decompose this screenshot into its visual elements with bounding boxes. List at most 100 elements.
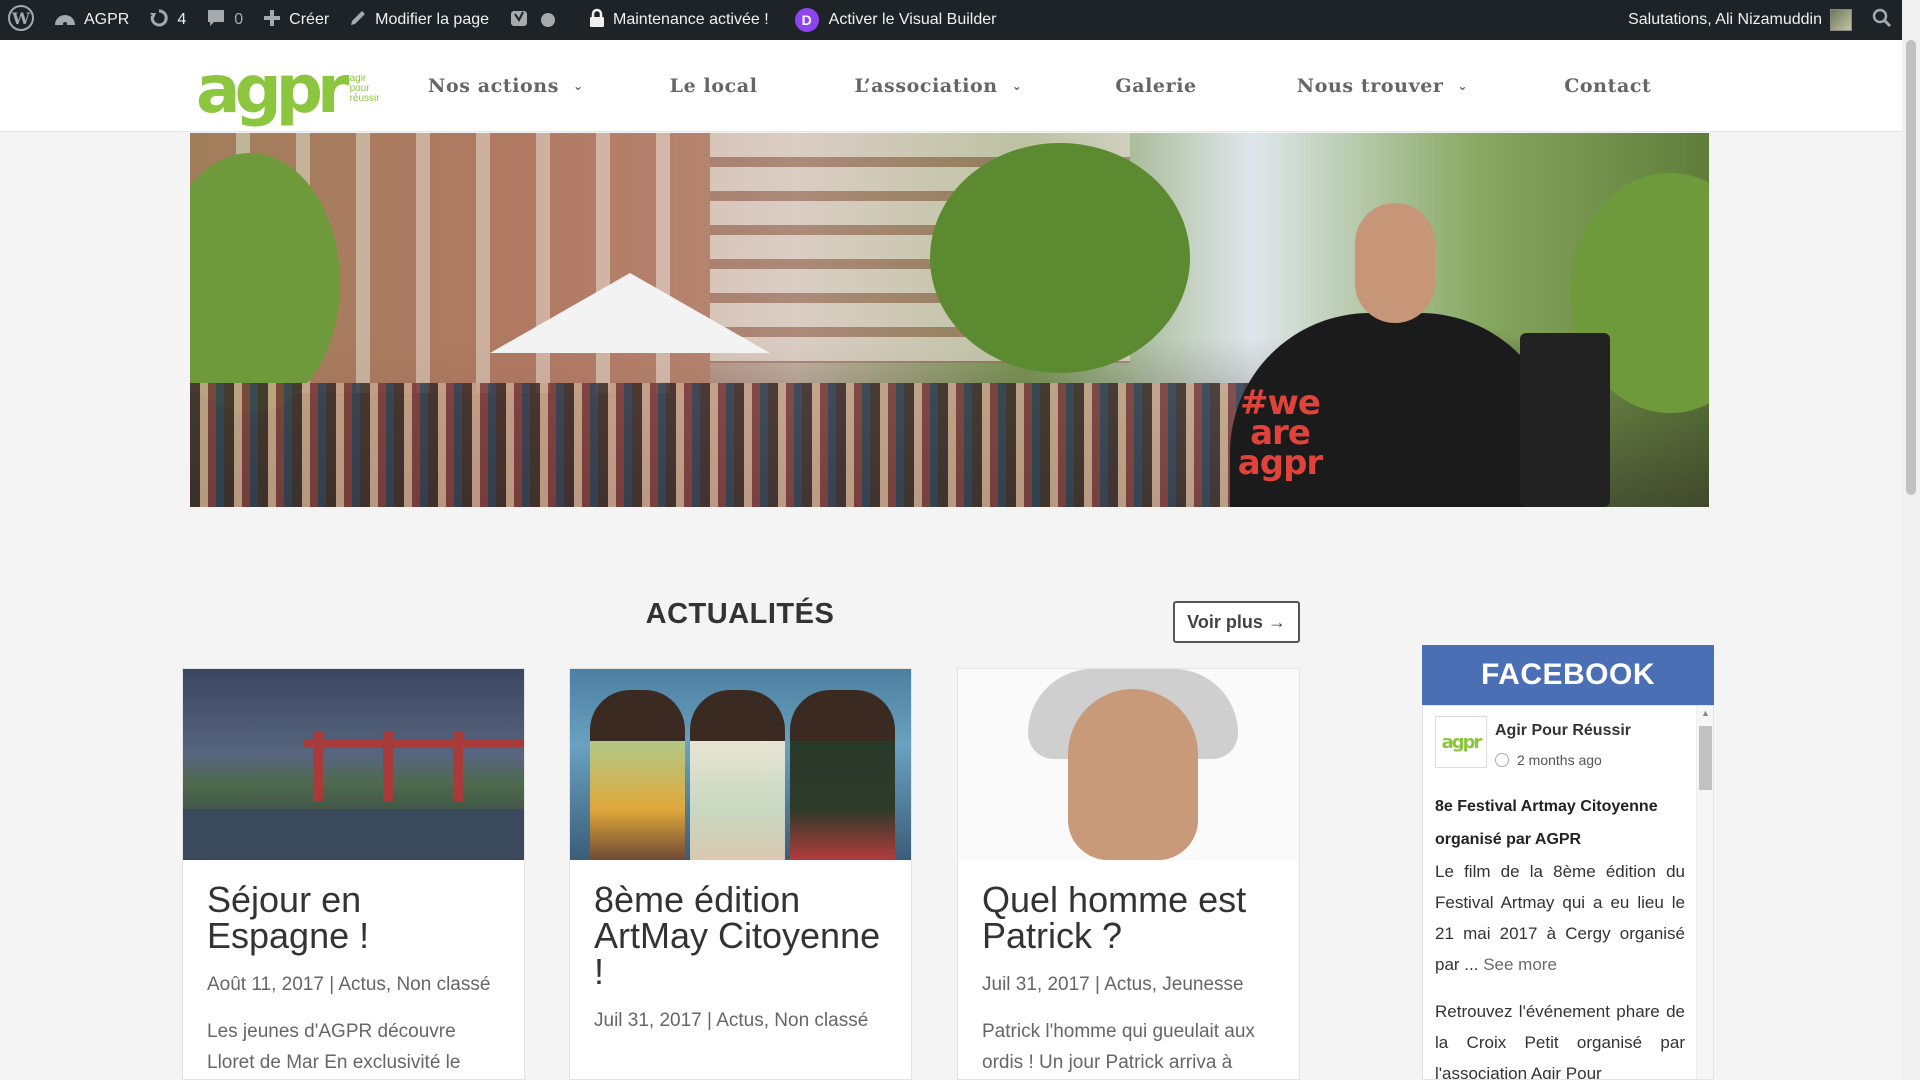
nav-item-label: Contact xyxy=(1564,75,1652,97)
hero-shirt-slogan: #we are agpr xyxy=(1237,383,1323,483)
page-scrollbar[interactable] xyxy=(1902,0,1920,1080)
facebook-post-title[interactable]: 8e Festival Artmay Citoyenne organisé pa… xyxy=(1435,790,1685,856)
main-navigation: Nos actions ⌄ Le local L’association ⌄ G… xyxy=(428,40,1651,132)
edit-page-link[interactable]: Modifier la page xyxy=(339,0,499,40)
facebook-post-time: 2 months ago xyxy=(1495,752,1685,768)
meta-separator: | xyxy=(329,974,339,995)
meta-separator: | xyxy=(1095,974,1105,995)
post-title[interactable]: Séjour en Espagne ! xyxy=(207,882,500,954)
comments-count: 0 xyxy=(234,11,244,28)
hero-crowd xyxy=(190,383,1290,507)
post-excerpt: Patrick l'homme qui gueulait aux ordis !… xyxy=(982,1021,1255,1073)
create-label: Créer xyxy=(289,11,330,28)
site-header: agpr agir pour réussir Nos actions ⌄ Le … xyxy=(0,40,1902,132)
post-date: Juil 31, 2017 xyxy=(594,1010,702,1031)
facebook-page-avatar[interactable]: agpr xyxy=(1435,716,1487,768)
comments-menu[interactable]: 0 xyxy=(196,0,253,40)
post-excerpt: Les jeunes d'AGPR découvre Lloret de Mar… xyxy=(207,1021,461,1073)
thumb-figure xyxy=(590,690,685,860)
post-meta: Août 11, 2017 | Actus, Non classé xyxy=(207,974,500,996)
dashboard-icon xyxy=(54,9,76,32)
post-title[interactable]: Quel homme est Patrick ? xyxy=(982,882,1275,954)
nav-item-label: Nous trouver xyxy=(1296,75,1444,97)
hero-speaker-head xyxy=(1355,203,1435,323)
post-date: Juil 31, 2017 xyxy=(982,974,1090,995)
svg-text:W: W xyxy=(11,9,31,28)
post-date: Août 11, 2017 xyxy=(207,974,324,995)
divi-logo-icon: D xyxy=(794,8,819,32)
post-thumbnail[interactable] xyxy=(570,669,911,860)
thumb-pillar xyxy=(383,731,393,801)
maintenance-label: Maintenance activée ! xyxy=(613,11,769,28)
wordpress-logo-menu[interactable]: W xyxy=(0,0,44,40)
thumb-water xyxy=(183,809,524,860)
news-card[interactable]: Séjour en Espagne ! Août 11, 2017 | Actu… xyxy=(182,668,525,1080)
thumb-pillar xyxy=(453,731,463,801)
visual-builder-label: Activer le Visual Builder xyxy=(828,11,997,28)
post-categories[interactable]: Actus, Jeunesse xyxy=(1104,974,1243,995)
edit-page-label: Modifier la page xyxy=(375,11,490,28)
scrollbar-thumb[interactable] xyxy=(1906,40,1916,495)
updates-icon xyxy=(149,8,169,33)
maintenance-mode-toggle[interactable]: Maintenance activée ! xyxy=(579,0,779,40)
wordpress-icon: W xyxy=(8,4,34,36)
news-section-title: ACTUALITÉS xyxy=(645,598,835,630)
search-icon xyxy=(1872,8,1892,33)
facebook-widget-heading: FACEBOOK xyxy=(1422,645,1714,705)
thumb-figure xyxy=(790,690,895,860)
logo-wordmark: agpr xyxy=(196,51,350,128)
post-thumbnail[interactable] xyxy=(183,669,524,860)
hero-tree xyxy=(930,143,1190,373)
user-avatar xyxy=(1830,9,1852,31)
plus-icon xyxy=(263,9,281,32)
nav-item-label: Galerie xyxy=(1115,75,1197,97)
thumb-bridge xyxy=(303,739,524,799)
nav-item-nos-actions[interactable]: Nos actions ⌄ xyxy=(428,75,584,97)
site-name-menu[interactable]: AGPR xyxy=(44,0,139,40)
comment-icon xyxy=(206,8,226,33)
facebook-post-text: Le film de la 8ème édition du Festival A… xyxy=(1435,856,1685,980)
see-more-button[interactable]: Voir plus → xyxy=(1173,601,1300,643)
clock-icon xyxy=(1495,753,1509,767)
post-text-body: Le film de la 8ème édition du Festival A… xyxy=(1435,862,1685,974)
hero-image: #we are agpr xyxy=(190,133,1709,507)
chevron-down-icon: ⌄ xyxy=(1011,79,1023,93)
post-meta: Juil 31, 2017 | Actus, Non classé xyxy=(594,1010,887,1032)
nav-item-contact[interactable]: Contact xyxy=(1564,75,1651,97)
facebook-post-text: Retrouvez l'événement phare de la Croix … xyxy=(1435,1002,1685,1080)
thumb-figure xyxy=(690,690,785,860)
facebook-feed-scrollbar[interactable]: ▲ xyxy=(1696,706,1713,1079)
news-card[interactable]: Quel homme est Patrick ? Juil 31, 2017 |… xyxy=(957,668,1300,1080)
nav-item-galerie[interactable]: Galerie xyxy=(1115,75,1196,97)
new-content-menu[interactable]: Créer xyxy=(253,0,339,40)
nav-item-label: Le local xyxy=(669,75,758,97)
updates-menu[interactable]: 4 xyxy=(139,0,196,40)
facebook-page-name[interactable]: Agir Pour Réussir xyxy=(1495,722,1631,740)
lock-icon xyxy=(589,8,605,33)
my-account-menu[interactable]: Salutations, Ali Nizamuddin xyxy=(1618,0,1862,40)
post-title[interactable]: 8ème édition ArtMay Citoyenne ! xyxy=(594,882,887,990)
post-categories[interactable]: Actus, Non classé xyxy=(716,1010,868,1031)
post-thumbnail[interactable] xyxy=(958,669,1299,860)
nav-item-label: Nos actions xyxy=(428,75,560,97)
thumb-pillar xyxy=(313,731,323,801)
post-meta: Juil 31, 2017 | Actus, Jeunesse xyxy=(982,974,1275,996)
site-logo[interactable]: agpr agir pour réussir xyxy=(196,51,380,128)
yoast-seo-menu[interactable] xyxy=(499,0,565,40)
nav-item-le-local[interactable]: Le local xyxy=(670,75,758,97)
thumb-face xyxy=(1068,689,1198,860)
visual-builder-button[interactable]: D Activer le Visual Builder xyxy=(785,0,1007,40)
scroll-up-icon[interactable]: ▲ xyxy=(1701,708,1710,718)
see-more-link[interactable]: See more xyxy=(1483,955,1557,974)
nav-item-label: L’association xyxy=(854,75,998,97)
post-categories[interactable]: Actus, Non classé xyxy=(338,974,490,995)
logo-tagline: agir pour réussir xyxy=(350,74,380,104)
news-card[interactable]: 8ème édition ArtMay Citoyenne ! Juil 31,… xyxy=(569,668,912,1080)
hero-loudspeaker xyxy=(1520,333,1610,507)
time-ago-text: 2 months ago xyxy=(1517,752,1602,768)
chevron-down-icon: ⌄ xyxy=(1457,79,1469,93)
scrollbar-thumb[interactable] xyxy=(1699,726,1712,790)
seo-status-dot xyxy=(541,13,556,27)
nav-item-nous-trouver[interactable]: Nous trouver ⌄ xyxy=(1297,75,1468,97)
nav-item-association[interactable]: L’association ⌄ xyxy=(855,75,1023,97)
